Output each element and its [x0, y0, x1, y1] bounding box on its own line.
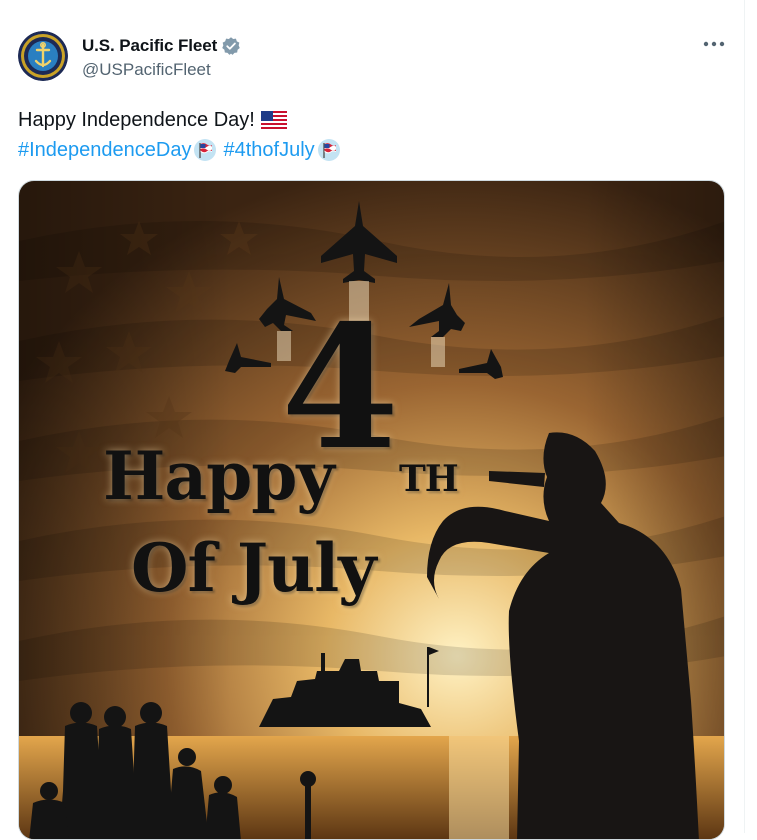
- author-handle[interactable]: @USPacificFleet: [82, 60, 211, 80]
- tweet-media-image[interactable]: 4 Happy TH Of July: [18, 180, 725, 840]
- hashtags-line: #IndependenceDay #4thofJuly: [18, 138, 347, 162]
- poster-happy: Happy: [103, 437, 335, 515]
- author-avatar[interactable]: [18, 31, 68, 81]
- us-flag-emoji-icon: [260, 111, 287, 129]
- fleet-seal-icon: [18, 31, 68, 81]
- tweet-card: U.S. Pacific Fleet @USPacificFleet Happy…: [0, 0, 745, 840]
- poster-of-july: Of July: [131, 529, 376, 607]
- verified-badge-icon[interactable]: [221, 36, 241, 56]
- author-name-row: U.S. Pacific Fleet: [82, 35, 241, 57]
- tweet-text: Happy Independence Day!: [18, 109, 255, 131]
- author-name[interactable]: U.S. Pacific Fleet: [82, 36, 217, 56]
- hashflag-icon: [317, 138, 341, 162]
- hashflag-icon: [193, 138, 217, 162]
- more-options-icon: [703, 41, 725, 47]
- hashtag-independenceday[interactable]: #IndependenceDay: [18, 138, 191, 162]
- more-options-button[interactable]: [700, 34, 728, 54]
- hashtag-4thofjuly[interactable]: #4thofJuly: [223, 138, 314, 162]
- tweet-text-line: Happy Independence Day!: [18, 108, 287, 132]
- poster-th: TH: [399, 458, 459, 500]
